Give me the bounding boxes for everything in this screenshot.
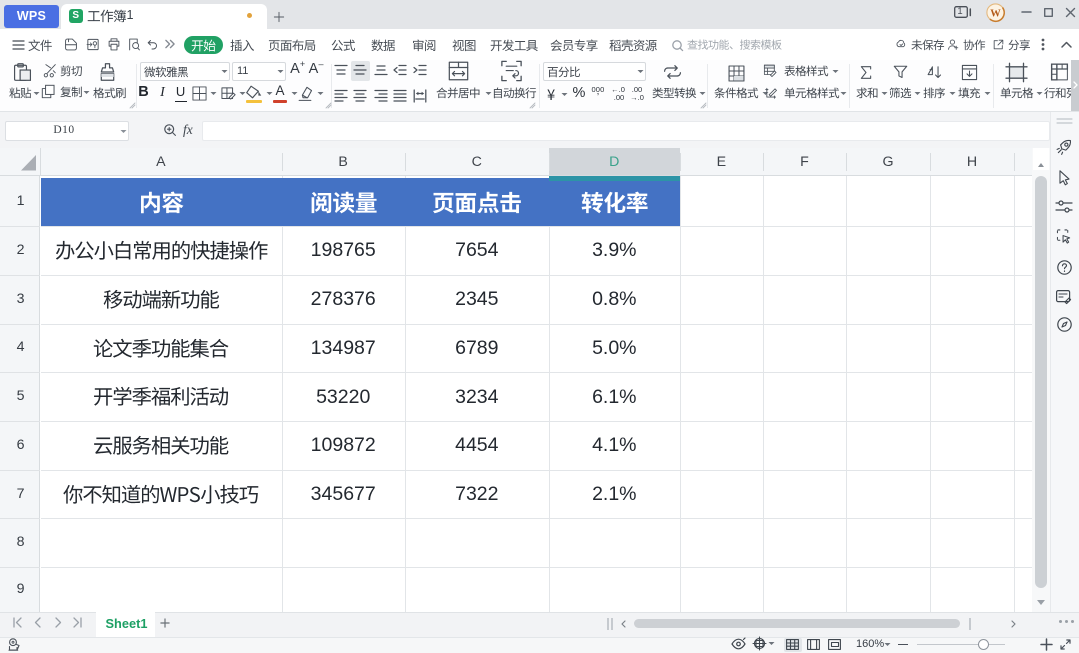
svg-text:W: W <box>990 8 1001 19</box>
